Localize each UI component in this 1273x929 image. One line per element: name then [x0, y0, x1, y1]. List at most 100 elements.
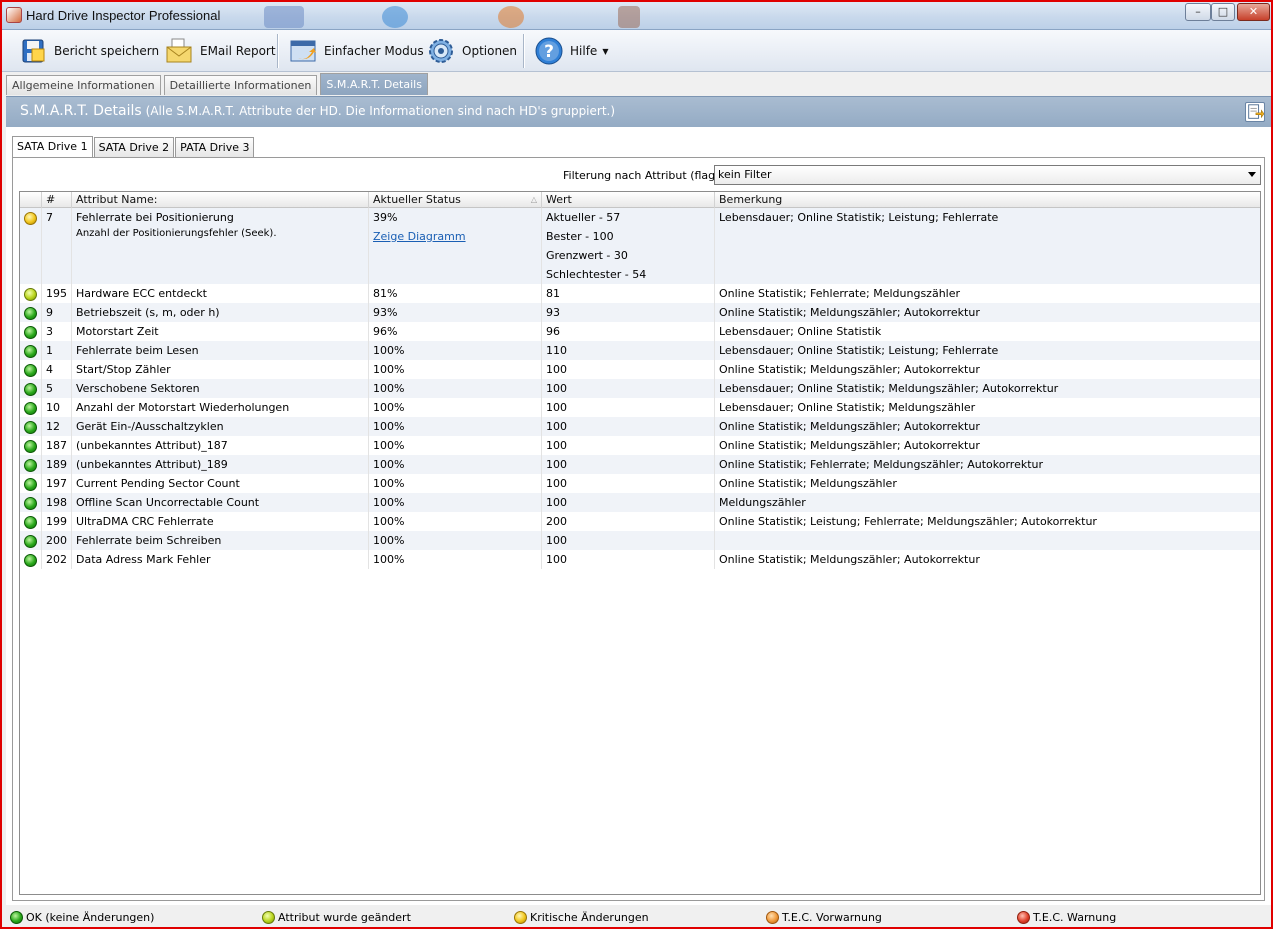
- tab-pata-drive-3[interactable]: PATA Drive 3: [175, 137, 255, 157]
- row-state-cell: [20, 512, 42, 531]
- tab-sata-drive-1[interactable]: SATA Drive 1: [12, 136, 93, 157]
- row-remark: Online Statistik; Meldungszähler; Autoko…: [719, 306, 980, 319]
- table-row[interactable]: 195 Hardware ECC entdeckt 81% 81 Online Stat…: [20, 284, 1260, 303]
- table-row[interactable]: 189 (unbekanntes Attribut)_189 100% 100 Onli…: [20, 455, 1260, 474]
- column-header-name[interactable]: Attribut Name:: [72, 192, 369, 208]
- app-window: Hard Drive Inspector Professional – □ ✕ …: [0, 0, 1273, 929]
- show-chart-link[interactable]: Zeige Diagramm: [373, 230, 541, 243]
- row-value: 81: [542, 284, 715, 303]
- legend-status-icon: [766, 911, 779, 924]
- row-value: 100: [542, 360, 715, 379]
- table-row[interactable]: 12 Gerät Ein-/Ausschaltzyklen 100% 100 Onlin…: [20, 417, 1260, 436]
- toolbar: Bericht speichern EMail Report Einfacher…: [2, 30, 1271, 72]
- table-header: # Attribut Name: Aktueller Status △ Wert…: [20, 192, 1260, 208]
- row-status: 96%: [369, 322, 542, 341]
- row-id: 197: [42, 474, 72, 493]
- row-status: 100%: [369, 398, 542, 417]
- column-header-status[interactable]: Aktueller Status △: [369, 192, 542, 208]
- section-title-text: S.M.A.R.T. Details: [20, 103, 142, 119]
- table-row[interactable]: 5 Verschobene Sektoren 100% 100 Lebensdauer;…: [20, 379, 1260, 398]
- row-status: 100%: [369, 360, 542, 379]
- column-header-remark[interactable]: Bemerkung: [715, 192, 1260, 208]
- row-status: 100%: [369, 455, 542, 474]
- column-header-id[interactable]: #: [42, 192, 72, 208]
- row-remark: Lebensdauer; Online Statistik; Meldungsz…: [719, 401, 976, 414]
- row-state-cell: [20, 322, 42, 341]
- filter-label: Filterung nach Attribut (flag):: [563, 169, 724, 182]
- tab-smart-details[interactable]: S.M.A.R.T. Details: [320, 73, 428, 95]
- row-value: 100: [542, 436, 715, 455]
- row-status: 100%: [369, 531, 542, 550]
- status-indicator-icon: [24, 383, 37, 396]
- value-current: Aktueller - 57: [546, 211, 621, 224]
- table-row[interactable]: 1 Fehlerrate beim Lesen 100% 110 Lebensdauer…: [20, 341, 1260, 360]
- options-label: Optionen: [462, 44, 518, 58]
- status-indicator-icon: [24, 421, 37, 434]
- row-id: 202: [42, 550, 72, 569]
- row-status: 100%: [369, 512, 542, 531]
- row-name: Betriebszeit (s, m, oder h): [72, 303, 369, 322]
- tab-general-info[interactable]: Allgemeine Informationen: [6, 75, 161, 95]
- table-row[interactable]: 199 UltraDMA CRC Fehlerrate 100% 200 Online …: [20, 512, 1260, 531]
- row-remark: Online Statistik; Meldungszähler; Autoko…: [719, 439, 980, 452]
- tab-sata-drive-2[interactable]: SATA Drive 2: [93, 137, 175, 157]
- row-remark: Online Statistik; Meldungszähler; Autoko…: [719, 553, 980, 566]
- export-icon[interactable]: [1245, 102, 1265, 122]
- table-row[interactable]: 10 Anzahl der Motorstart Wiederholungen 10…: [20, 398, 1260, 417]
- maximize-button[interactable]: □: [1211, 3, 1235, 21]
- table-row[interactable]: 4 Start/Stop Zähler 100% 100 Online Statisti…: [20, 360, 1260, 379]
- row-name: Offline Scan Uncorrectable Count: [72, 493, 369, 512]
- status-indicator-icon: [24, 554, 37, 567]
- table-row[interactable]: 200 Fehlerrate beim Schreiben 100% 100: [20, 531, 1260, 550]
- simple-mode-button[interactable]: Einfacher Modus: [284, 33, 428, 69]
- section-subtitle: (Alle S.M.A.R.T. Attribute der HD. Die I…: [145, 104, 616, 118]
- row-name: Data Adress Mark Fehler: [72, 550, 369, 569]
- legend-status-icon: [514, 911, 527, 924]
- options-button[interactable]: Optionen: [422, 33, 521, 69]
- minimize-button[interactable]: –: [1185, 3, 1211, 21]
- row-state-cell: [20, 455, 42, 474]
- row-state-cell: [20, 417, 42, 436]
- row-value: 100: [542, 493, 715, 512]
- row-id: 12: [42, 417, 72, 436]
- row-value: 100: [542, 550, 715, 569]
- row-id: 9: [42, 303, 72, 322]
- table-row[interactable]: 187 (unbekanntes Attribut)_187 100% 100 Onli…: [20, 436, 1260, 455]
- status-indicator-icon: [24, 212, 37, 225]
- save-report-button[interactable]: Bericht speichern: [14, 33, 163, 69]
- row-remark: Online Statistik; Fehlerrate; Meldungszä…: [719, 287, 961, 300]
- column-header-value[interactable]: Wert: [542, 192, 715, 208]
- legend-item: Attribut wurde geändert: [262, 911, 411, 924]
- status-indicator-icon: [24, 364, 37, 377]
- row-remark: Lebensdauer; Online Statistik; Leistung;…: [719, 344, 999, 357]
- status-legend: OK (keine Änderungen) Attribut wurde geän…: [6, 907, 1271, 927]
- status-indicator-icon: [24, 307, 37, 320]
- save-report-label: Bericht speichern: [54, 44, 160, 58]
- table-row[interactable]: 7 Fehlerrate bei Positionierung Anzahl d…: [20, 208, 1260, 284]
- table-row[interactable]: 9 Betriebszeit (s, m, oder h) 93% 93 Online …: [20, 303, 1260, 322]
- row-state-cell: [20, 398, 42, 417]
- row-name: Start/Stop Zähler: [72, 360, 369, 379]
- help-question-icon: ?: [535, 37, 563, 65]
- help-menu-button[interactable]: ? Hilfe ▼: [530, 33, 612, 69]
- row-id: 200: [42, 531, 72, 550]
- table-row[interactable]: 202 Data Adress Mark Fehler 100% 100 Online …: [20, 550, 1260, 569]
- row-remark: Online Statistik; Meldungszähler; Autoko…: [719, 363, 980, 376]
- row-state-cell: [20, 303, 42, 322]
- row-value: 100: [542, 531, 715, 550]
- row-remark: Online Statistik; Fehlerrate; Meldungszä…: [719, 458, 1044, 471]
- table-row[interactable]: 197 Current Pending Sector Count 100% 100 On…: [20, 474, 1260, 493]
- row-status: 93%: [369, 303, 542, 322]
- filter-dropdown[interactable]: kein Filter: [714, 165, 1261, 185]
- email-report-button[interactable]: EMail Report: [160, 33, 280, 69]
- table-row[interactable]: 3 Motorstart Zeit 96% 96 Lebensdauer; Online…: [20, 322, 1260, 341]
- close-button[interactable]: ✕: [1237, 3, 1270, 21]
- table-row[interactable]: 198 Offline Scan Uncorrectable Count 100% 1…: [20, 493, 1260, 512]
- tab-detailed-info[interactable]: Detaillierte Informationen: [163, 75, 318, 95]
- drive-panel: Filterung nach Attribut (flag): kein Fil…: [12, 157, 1265, 901]
- row-id: 198: [42, 493, 72, 512]
- row-remark: Online Statistik; Meldungszähler: [719, 477, 897, 490]
- row-status-cell: 39% Zeige Diagramm: [369, 208, 542, 284]
- row-remark: [715, 531, 1260, 550]
- column-header-state[interactable]: [20, 192, 42, 208]
